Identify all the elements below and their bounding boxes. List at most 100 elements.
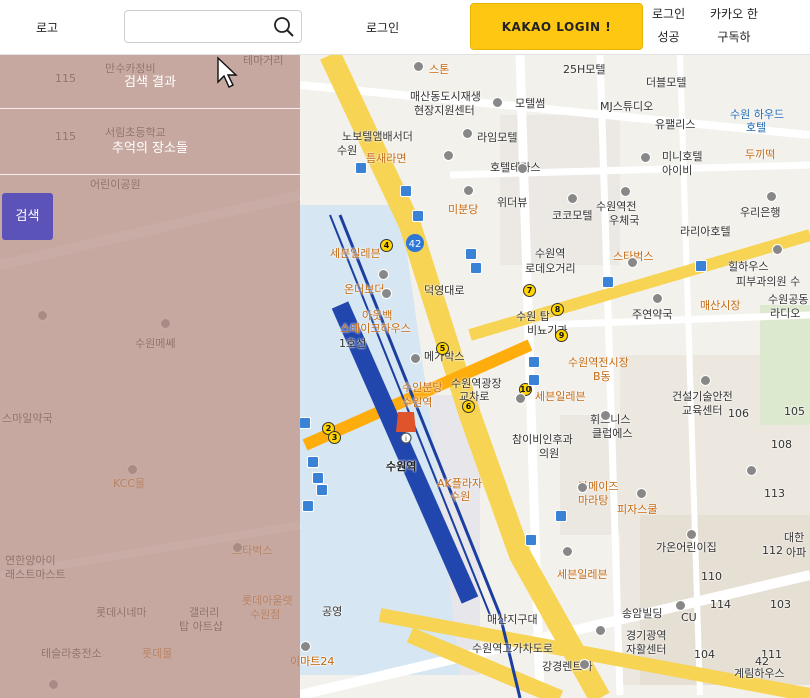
map-label[interactable]: 모텔썸 xyxy=(515,95,545,111)
map-label[interactable]: 호텔테라스 xyxy=(490,159,541,175)
poi-icon[interactable] xyxy=(579,659,590,670)
map-label[interactable]: 스테이크하우스 xyxy=(340,320,411,336)
exit-number-marker[interactable]: 7 xyxy=(523,284,536,297)
search-button[interactable]: 검색 xyxy=(2,193,53,240)
memory-places-button[interactable]: 추억의 장소들 xyxy=(0,123,300,175)
map-label[interactable]: 106 xyxy=(728,407,749,420)
poi-icon[interactable] xyxy=(300,641,311,652)
map-label[interactable]: B동 xyxy=(593,368,611,384)
kakao-signup-link[interactable]: 카카오 한 구독하 xyxy=(710,3,758,49)
poi-icon[interactable] xyxy=(562,546,573,557)
map-label[interactable]: 매산지구대 xyxy=(487,611,538,627)
map-label[interactable]: 클럽에스 xyxy=(592,425,632,441)
map-label[interactable]: 105 xyxy=(784,405,805,418)
poi-icon[interactable] xyxy=(443,150,454,161)
poi-icon[interactable] xyxy=(595,625,606,636)
map-label[interactable]: 세븐일레븐 xyxy=(330,245,381,261)
bus-stop-icon[interactable] xyxy=(470,262,482,274)
bus-stop-icon[interactable] xyxy=(312,472,324,484)
map-label[interactable]: 세븐일레븐 xyxy=(557,566,608,582)
bus-stop-icon[interactable] xyxy=(316,484,328,496)
map-label[interactable]: 자활센터 xyxy=(626,641,666,657)
bus-stop-icon[interactable] xyxy=(528,374,540,386)
map-label[interactable]: 틈새라면 xyxy=(366,150,406,166)
search-results-button[interactable]: 검색 결과 xyxy=(0,57,300,109)
poi-icon[interactable] xyxy=(463,185,474,196)
map-label[interactable]: 110 xyxy=(701,570,722,583)
bus-stop-icon[interactable] xyxy=(400,185,412,197)
map-label[interactable]: 공영 xyxy=(322,603,342,619)
kakao-login-button[interactable]: KAKAO LOGIN ! xyxy=(470,3,643,50)
bus-stop-icon[interactable] xyxy=(355,162,367,174)
station-marker-icon[interactable]: i xyxy=(392,408,420,444)
map-label[interactable]: 104 xyxy=(694,648,715,661)
map-label[interactable]: 현장지원센터 xyxy=(414,102,475,118)
map-label[interactable]: 수인분당 xyxy=(402,379,442,395)
poi-icon[interactable] xyxy=(772,244,783,255)
exit-number-marker[interactable]: 5 xyxy=(436,342,449,355)
map-label[interactable]: 온더보더 xyxy=(344,281,384,297)
bus-stop-icon[interactable] xyxy=(302,500,314,512)
poi-icon[interactable] xyxy=(378,269,389,280)
map-label[interactable]: 113 xyxy=(764,487,785,500)
poi-icon[interactable] xyxy=(600,410,611,421)
poi-icon[interactable] xyxy=(517,163,528,174)
map-label[interactable]: 로데오거리 xyxy=(525,260,576,276)
bus-stop-icon[interactable] xyxy=(528,356,540,368)
map-label[interactable]: 수원 xyxy=(450,488,470,504)
search-icon[interactable] xyxy=(273,16,295,38)
poi-icon[interactable] xyxy=(686,529,697,540)
search-box[interactable] xyxy=(124,10,302,43)
poi-icon[interactable] xyxy=(700,375,711,386)
map-label[interactable]: 수원역 xyxy=(535,245,565,261)
map-label[interactable]: MJ스튜디오 xyxy=(600,98,653,114)
poi-icon[interactable] xyxy=(652,293,663,304)
poi-icon[interactable] xyxy=(675,600,686,611)
poi-icon[interactable] xyxy=(410,353,421,364)
map-label[interactable]: 주연약국 xyxy=(632,306,672,322)
poi-icon[interactable] xyxy=(567,193,578,204)
poi-icon[interactable] xyxy=(462,128,473,139)
map-label[interactable]: 1호선 xyxy=(339,335,366,351)
poi-icon[interactable] xyxy=(627,257,638,268)
poi-icon[interactable] xyxy=(515,393,526,404)
map-label[interactable]: 아이비 xyxy=(662,162,692,178)
map-label[interactable]: 아파 xyxy=(786,544,806,560)
map-label[interactable]: 스톤 xyxy=(429,61,449,77)
bus-stop-icon[interactable] xyxy=(299,417,311,429)
poi-icon[interactable] xyxy=(620,186,631,197)
map-label[interactable]: 매산시장 xyxy=(700,297,740,313)
map-label[interactable]: 108 xyxy=(771,438,792,451)
bus-stop-icon[interactable] xyxy=(525,534,537,546)
map-label[interactable]: 피자스쿨 xyxy=(617,501,657,517)
map-label[interactable]: 가온어린이집 xyxy=(656,539,717,555)
map-label[interactable]: 미분당 xyxy=(448,201,478,217)
map-label[interactable]: 덕영대로 xyxy=(424,282,464,298)
login-link[interactable]: 로그인 xyxy=(366,19,399,36)
bus-stop-icon[interactable] xyxy=(307,456,319,468)
logo[interactable]: 로고 xyxy=(36,19,58,36)
exit-number-marker[interactable]: 4 xyxy=(380,239,393,252)
map-label[interactable]: 대한 xyxy=(784,529,804,545)
map-label[interactable]: 송암빌딩 xyxy=(622,605,662,621)
exit-number-marker[interactable]: 6 xyxy=(462,400,475,413)
map-label[interactable]: 라디오 xyxy=(770,305,800,321)
exit-number-marker[interactable]: 9 xyxy=(555,329,568,342)
map-label[interactable]: 피부과의원 수 xyxy=(736,273,800,289)
map-label[interactable]: 힐하우스 xyxy=(728,258,768,274)
search-input[interactable] xyxy=(131,17,271,37)
bus-stop-icon[interactable] xyxy=(555,510,567,522)
poi-icon[interactable] xyxy=(766,191,777,202)
map-label[interactable]: 수원역고가차도로 xyxy=(472,640,553,656)
map-label[interactable]: 세븐일레븐 xyxy=(535,388,586,404)
map-label[interactable]: 114 xyxy=(710,598,731,611)
poi-icon[interactable] xyxy=(746,465,757,476)
map-label[interactable]: 수원 xyxy=(337,142,357,158)
bus-stop-icon[interactable] xyxy=(695,260,707,272)
map-label[interactable]: 112 xyxy=(762,544,783,557)
exit-number-marker[interactable]: 8 xyxy=(551,303,564,316)
map-label[interactable]: 호텔 xyxy=(746,119,766,135)
map-label[interactable]: CU xyxy=(681,611,697,624)
map-label[interactable]: 우리은행 xyxy=(740,204,780,220)
exit-number-marker[interactable]: 3 xyxy=(328,431,341,444)
